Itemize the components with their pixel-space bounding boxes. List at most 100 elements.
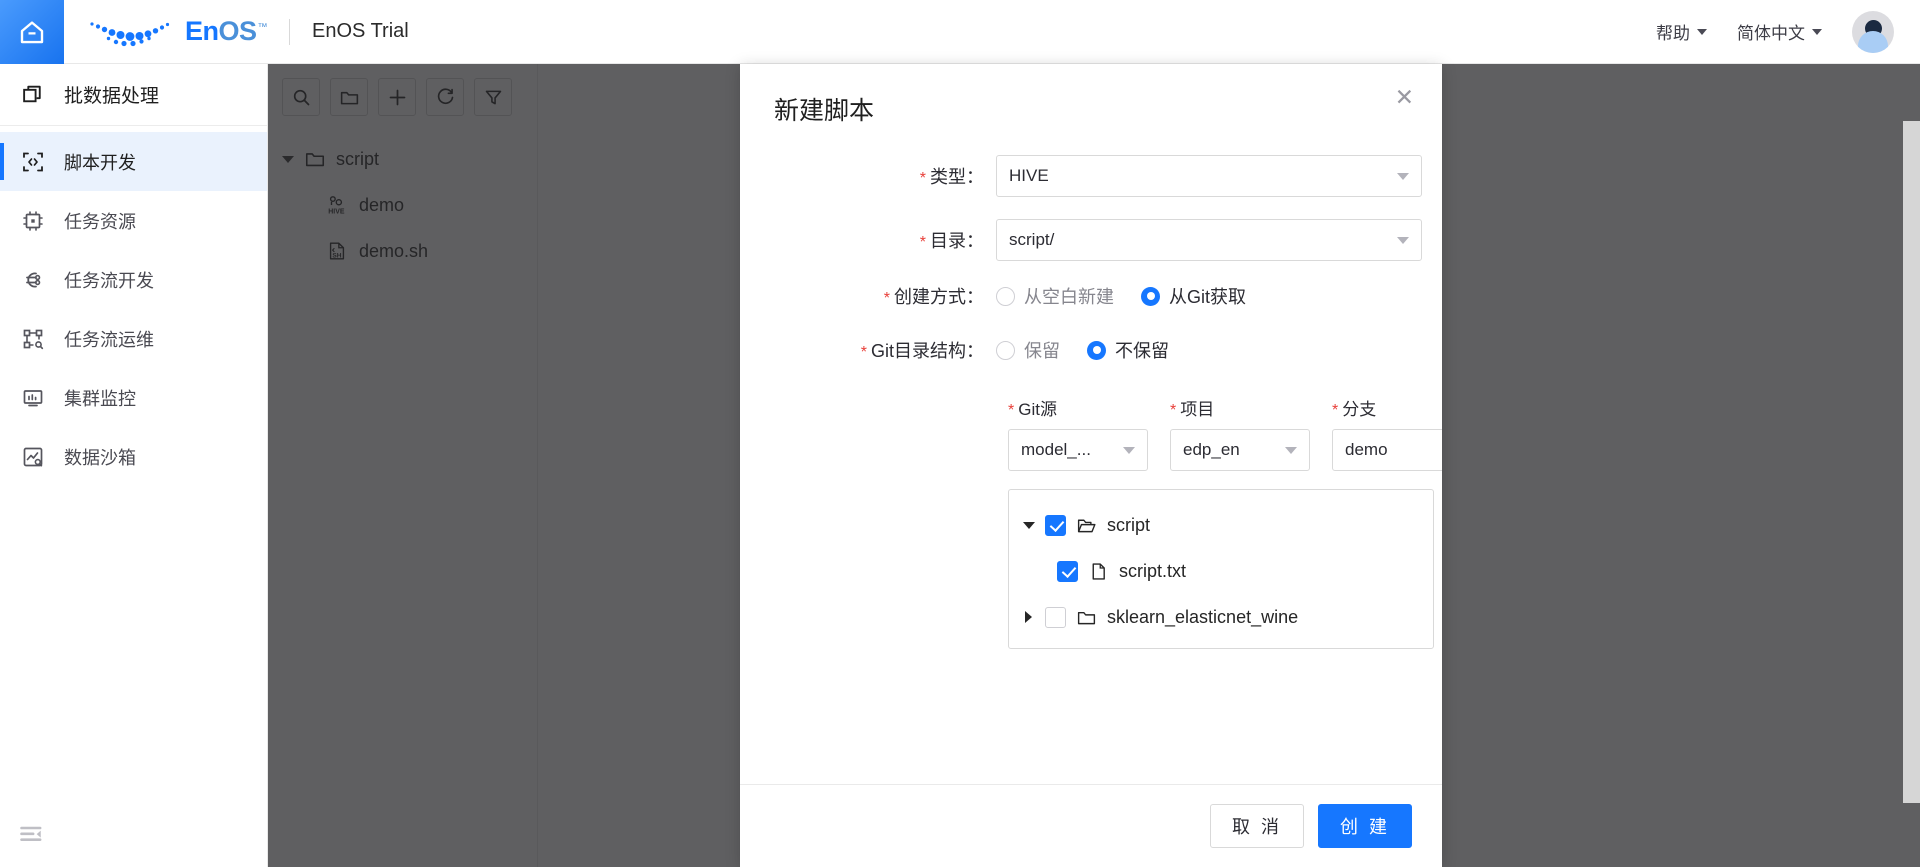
project-select[interactable]: edp_en — [1170, 429, 1310, 471]
language-menu-label: 简体中文 — [1737, 24, 1805, 43]
dialog-footer: 取 消 创 建 — [740, 784, 1442, 867]
sidebar-menu: 脚本开发 任务资源 任务流开发 任务流运维 集群监控 数据沙箱 — [0, 126, 267, 486]
top-header: EnOS™ EnOS Trial 帮助 简体中文 — [0, 0, 1920, 64]
sidebar-section-title: 批数据处理 — [64, 86, 160, 107]
sidebar-item-data-sandbox[interactable]: 数据沙箱 — [0, 427, 267, 486]
sidebar-item-label: 任务流运维 — [64, 329, 154, 350]
task-resource-icon — [20, 208, 46, 234]
git-tree-item-label: script — [1107, 514, 1151, 535]
dialog-body: * 类型： HIVE * 目录： script/ * 创建方式： 从空白新建 从… — [740, 127, 1442, 784]
required-marker: * — [919, 170, 926, 187]
field-git-struct-row: * Git目录结构： 保留 不保留 — [740, 337, 1442, 363]
field-directory-label-text: 目录： — [930, 231, 984, 251]
script-dev-icon — [20, 149, 46, 175]
field-type-label: * 类型： — [740, 163, 996, 189]
sidebar-item-label: 脚本开发 — [64, 152, 136, 173]
sidebar-collapse-button[interactable] — [18, 821, 46, 849]
radio-create-from-git[interactable]: 从Git获取 — [1141, 283, 1246, 309]
git-source-select[interactable]: model_... — [1008, 429, 1148, 471]
field-create-mode-row: * 创建方式： 从空白新建 从Git获取 — [740, 283, 1442, 309]
checkbox[interactable] — [1045, 606, 1066, 628]
checkbox[interactable] — [1045, 514, 1066, 536]
type-select[interactable]: HIVE — [996, 155, 1422, 197]
header-actions: 帮助 简体中文 — [1656, 10, 1920, 53]
field-git-struct-label: * Git目录结构： — [740, 337, 996, 363]
field-directory-label: * 目录： — [740, 227, 996, 253]
git-source-label-text: Git源 — [1018, 400, 1057, 419]
new-script-dialog: ✕ 新建脚本 * 类型： HIVE * 目录： script/ * 创建方式： … — [740, 64, 1442, 867]
git-tree-item-sklearn[interactable]: sklearn_elasticnet_wine — [1009, 594, 1433, 640]
required-marker: * — [919, 234, 926, 251]
chevron-down-icon — [1285, 446, 1297, 454]
radio-no-keep-structure[interactable]: 不保留 — [1087, 337, 1169, 363]
app-title: EnOS Trial — [312, 20, 409, 42]
folder-icon — [1077, 611, 1096, 624]
git-tree-item-script-txt[interactable]: script.txt — [1009, 548, 1433, 594]
file-icon — [1092, 562, 1105, 580]
git-tree-item-label: script.txt — [1119, 560, 1187, 581]
sidebar-item-workflow-ops[interactable]: 任务流运维 — [0, 309, 267, 368]
chevron-down-icon — [1697, 28, 1707, 35]
radio-label: 从Git获取 — [1169, 287, 1247, 307]
help-menu[interactable]: 帮助 — [1656, 19, 1707, 44]
cancel-button[interactable]: 取 消 — [1210, 804, 1304, 848]
collapse-menu-icon — [20, 826, 42, 841]
radio-indicator — [996, 286, 1015, 306]
create-button[interactable]: 创 建 — [1318, 804, 1412, 848]
brand-tm: ™ — [257, 22, 268, 33]
cluster-monitor-icon — [20, 385, 46, 411]
avatar[interactable] — [1852, 10, 1894, 53]
sidebar-item-label: 任务流开发 — [64, 270, 154, 291]
brand: EnOS™ — [86, 15, 268, 49]
required-marker: * — [1332, 402, 1339, 419]
sidebar-item-task-resource[interactable]: 任务资源 — [0, 191, 267, 250]
radio-keep-structure[interactable]: 保留 — [996, 337, 1060, 363]
header-divider — [289, 18, 291, 45]
radio-label: 不保留 — [1115, 341, 1169, 361]
branch-label: * 分支 — [1332, 395, 1442, 420]
enos-dots-icon — [90, 21, 170, 46]
radio-create-blank[interactable]: 从空白新建 — [996, 283, 1114, 309]
git-struct-radio-group: 保留 不保留 — [996, 337, 1169, 363]
chevron-right-icon[interactable] — [1025, 611, 1032, 623]
sidebar: 批数据处理 脚本开发 任务资源 任务流开发 任务流运维 集群监控 数据沙箱 — [0, 64, 268, 867]
app-root: EnOS™ EnOS Trial 帮助 简体中文 批数据处理 脚本开发 任务资源… — [0, 0, 1920, 867]
data-sandbox-icon — [20, 444, 46, 470]
chevron-down-icon — [1812, 28, 1822, 35]
directory-select-value: script/ — [1009, 230, 1055, 249]
brand-wordmark: EnOS™ — [185, 16, 268, 47]
field-type-label-text: 类型： — [930, 167, 984, 187]
checkbox[interactable] — [1057, 560, 1078, 582]
batch-data-icon — [20, 82, 46, 108]
git-source-label: * Git源 — [1008, 395, 1148, 420]
git-file-tree: script script.txt sklearn_elasticnet_win… — [1008, 489, 1434, 649]
chevron-down-icon — [1123, 446, 1135, 454]
sidebar-item-workflow-dev[interactable]: 任务流开发 — [0, 250, 267, 309]
create-mode-radio-group: 从空白新建 从Git获取 — [996, 283, 1246, 309]
field-type-row: * 类型： HIVE — [740, 155, 1442, 197]
git-tree-item-script[interactable]: script — [1009, 502, 1433, 548]
project-label-text: 项目 — [1180, 400, 1215, 419]
page-scrollbar[interactable] — [1903, 121, 1920, 803]
type-select-value: HIVE — [1009, 166, 1049, 185]
branch-select[interactable]: demo — [1332, 429, 1442, 471]
brand-os: OS — [218, 16, 258, 46]
field-git-struct-label-text: Git目录结构： — [870, 341, 984, 361]
language-menu[interactable]: 简体中文 — [1737, 19, 1822, 44]
sidebar-section-header: 批数据处理 — [0, 64, 267, 126]
git-selectors: * Git源 model_... * 项目 edp_en * 分支 demo — [740, 395, 1442, 471]
sidebar-item-script-dev[interactable]: 脚本开发 — [0, 132, 267, 191]
home-button[interactable] — [0, 0, 64, 64]
close-icon[interactable]: ✕ — [1395, 86, 1414, 109]
required-marker: * — [860, 344, 867, 361]
directory-select[interactable]: script/ — [996, 219, 1422, 261]
radio-indicator — [1087, 340, 1106, 360]
sidebar-item-cluster-monitor[interactable]: 集群监控 — [0, 368, 267, 427]
enos-logo-icon — [86, 15, 178, 49]
radio-label: 从空白新建 — [1024, 287, 1114, 307]
chevron-down-icon[interactable] — [1023, 521, 1035, 529]
required-marker: * — [883, 290, 890, 307]
sidebar-item-label: 任务资源 — [64, 211, 136, 232]
required-marker: * — [1170, 402, 1177, 419]
project-value: edp_en — [1183, 440, 1240, 459]
